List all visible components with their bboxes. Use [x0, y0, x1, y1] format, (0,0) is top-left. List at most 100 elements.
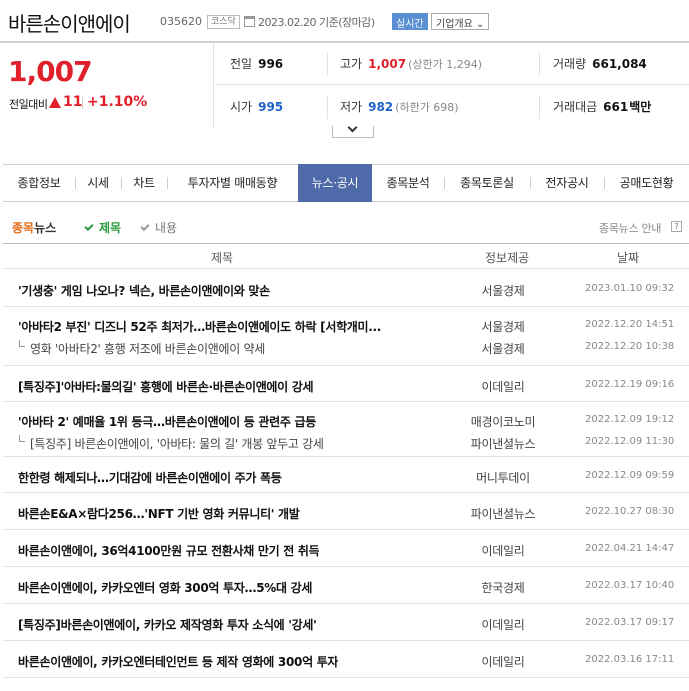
open-value: 995 — [258, 100, 284, 114]
col-title: 제목 — [211, 251, 234, 265]
table-row: 바른손이앤에이, 카카오엔터 영화 300억 투자…5%대 강세 한국경제 2022… — [3, 567, 689, 604]
news-source: 한국경제 — [481, 581, 525, 595]
news-title-link[interactable]: [특징주]바른손이앤에이, 카카오 제작영화 투자 소식에 '강세' — [18, 616, 317, 633]
tab-analysis[interactable]: 종목분석 — [372, 165, 444, 201]
news-date: 2023.01.10 09:32 — [585, 283, 675, 294]
change-value: 11 — [63, 94, 83, 110]
news-date: 2022.03.17 10:40 — [585, 580, 675, 591]
change-label: 전일대비 — [9, 98, 48, 111]
high-value: 1,007 — [368, 57, 407, 71]
news-source: 서울경제 — [481, 284, 525, 298]
filter-content-label: 내용 — [155, 221, 178, 235]
high-price: 고가 1,007 (상한가 1,294) — [340, 43, 482, 85]
news-title-link[interactable]: [특징주]'아바타:물의길' 흥행에 바른손·바른손이앤에이 강세 — [18, 378, 313, 395]
divider — [327, 52, 328, 76]
volume-label: 거래량 — [553, 57, 587, 71]
news-source: 이데일리 — [481, 655, 525, 669]
tab-e-disclosure[interactable]: 전자공시 — [530, 165, 604, 201]
news-title-link[interactable]: 바른손E&A×람다256…'NFT 기반 영화 커뮤니티' 개발 — [18, 505, 300, 522]
divider — [327, 95, 328, 119]
related-news-title-link[interactable]: 영화 '아바타2' 흥행 저조에 바른손이앤에이 약세 — [30, 340, 265, 357]
col-date: 날짜 — [617, 251, 640, 265]
news-date: 2022.03.17 09:17 — [585, 617, 675, 628]
news-guide-link[interactable]: 종목뉴스 안내 — [599, 220, 661, 236]
help-icon[interactable]: ? — [671, 221, 682, 232]
table-row: '아바타 2' 예매율 1위 등극…바른손이앤에이 등 관련주 급등 매경이코노미… — [3, 402, 689, 457]
company-info-dropdown[interactable]: 기업개요 ⌄ — [431, 13, 490, 30]
calendar-icon — [244, 16, 255, 27]
high-label: 고가 — [340, 57, 363, 71]
open-price: 시가 995 — [230, 86, 283, 128]
filter-content-option[interactable]: 내용 — [140, 219, 178, 236]
news-title-link[interactable]: 한한령 해제되나…기대감에 바른손이앤에이 주가 폭등 — [18, 469, 282, 486]
news-title-link[interactable]: '기생충' 게임 나오나? 넥슨, 바른손이앤에이와 맞손 — [18, 282, 270, 299]
news-table-header: 제목 정보제공 날짜 — [3, 243, 689, 269]
news-source: 이데일리 — [481, 380, 525, 394]
amount-unit: 백만 — [629, 100, 652, 114]
low-value: 982 — [368, 100, 394, 114]
check-icon — [140, 221, 150, 232]
tab-investor-trading[interactable]: 투자자별 매매동향 — [167, 165, 298, 201]
news-title-link[interactable]: '아바타 2' 예매율 1위 등극…바른손이앤에이 등 관련주 급등 — [18, 413, 316, 430]
news-item: '기생충' 게임 나오나? 넥슨, 바른손이앤에이와 맞손 서울경제 2023.01… — [3, 280, 689, 298]
news-title-link[interactable]: 바른손이앤에이, 카카오엔터 영화 300억 투자…5%대 강세 — [18, 579, 312, 596]
tab-bar: 종합정보 시세 차트 투자자별 매매동향 뉴스·공시 종목분석 종목토론실 전자… — [3, 164, 689, 202]
tab-news-disclosure[interactable]: 뉴스·공시 — [298, 164, 372, 202]
tab-discussion[interactable]: 종목토론실 — [444, 165, 530, 201]
news-date: 2022.04.21 14:47 — [585, 543, 675, 554]
tab-overview[interactable]: 종합정보 — [3, 165, 75, 201]
low-price: 저가 982 (하한가 698) — [340, 86, 459, 128]
section-title-highlight: 종목 — [12, 221, 35, 235]
base-date: 2023.02.20 기준(장마감) — [258, 16, 375, 29]
table-row: 바른손이앤에이, 카카오엔터테인먼트 등 제작 영화에 300억 투자 이데일리 2… — [3, 641, 689, 678]
news-date: 2022.03.16 17:11 — [585, 654, 675, 665]
news-item: 한한령 해제되나…기대감에 바른손이앤에이 주가 폭등 머니투데이 2022.12.… — [3, 467, 689, 485]
news-date: 2022.12.19 09:16 — [585, 379, 675, 390]
table-row: '아바타2 부진' 디즈니 52주 최저가…바른손이앤에이도 하락 [서학개미.… — [3, 307, 689, 366]
tab-chart[interactable]: 차트 — [121, 165, 167, 201]
news-title-link[interactable]: 바른손이앤에이, 36억4100만원 규모 전환사채 만기 전 취득 — [18, 542, 319, 559]
price-summary: 1,007 전일대비 11 +1.10% — [0, 43, 214, 128]
quote-panel: 1,007 전일대비 11 +1.10% 전일 996 고가 1,007 (상한가 1… — [0, 43, 689, 128]
news-title-link[interactable]: 바른손이앤에이, 카카오엔터테인먼트 등 제작 영화에 300억 투자 — [18, 653, 338, 670]
news-date: 2022.12.20 14:51 — [585, 319, 675, 330]
col-source: 정보제공 — [485, 251, 530, 265]
upper-limit: (상한가 1,294) — [408, 58, 482, 71]
divider — [539, 95, 540, 119]
realtime-button[interactable]: 실시간 — [392, 13, 428, 30]
table-row: [특징주]'아바타:물의길' 흥행에 바른손·바른손이앤에이 강세 이데일리 202… — [3, 366, 689, 402]
news-item: 바른손E&A×람다256…'NFT 기반 영화 커뮤니티' 개발 파이낸셜뉴스 20… — [3, 503, 689, 521]
change-separator — [82, 97, 83, 109]
news-source: 파이낸셜뉴스 — [470, 507, 536, 521]
news-item: [특징주]'아바타:물의길' 흥행에 바른손·바른손이앤에이 강세 이데일리 202… — [3, 376, 689, 394]
lower-limit: (하한가 698) — [395, 101, 459, 114]
related-news-date: 2022.12.20 10:38 — [585, 341, 675, 352]
amount-value: 661 — [603, 100, 629, 114]
news-source: 이데일리 — [481, 618, 525, 632]
expand-toggle[interactable] — [332, 122, 374, 138]
related-news-item: 영화 '아바타2' 흥행 저조에 바른손이앤에이 약세 서울경제 2022.12.2… — [3, 338, 689, 356]
quote-row-1: 전일 996 고가 1,007 (상한가 1,294) 거래량 661,084 — [215, 43, 689, 85]
news-item: '아바타2 부진' 디즈니 52주 최저가…바른손이앤에이도 하락 [서학개미.… — [3, 316, 689, 334]
news-date: 2022.12.09 19:12 — [585, 414, 675, 425]
news-item: '아바타 2' 예매율 1위 등극…바른손이앤에이 등 관련주 급등 매경이코노미… — [3, 411, 689, 429]
news-title-link[interactable]: '아바타2 부진' 디즈니 52주 최저가…바른손이앤에이도 하락 [서학개미.… — [18, 318, 381, 335]
news-item: 바른손이앤에이, 카카오엔터 영화 300억 투자…5%대 강세 한국경제 2022… — [3, 577, 689, 595]
trade-amount: 거래대금 661백만 — [553, 86, 651, 128]
news-source: 서울경제 — [481, 320, 525, 334]
market-badge: 코스닥 — [207, 15, 240, 29]
news-item: 바른손이앤에이, 36억4100만원 규모 전환사채 만기 전 취득 이데일리 20… — [3, 540, 689, 558]
prev-close: 전일 996 — [230, 43, 283, 85]
volume-value: 661,084 — [592, 57, 647, 71]
related-news-title-link[interactable]: [특징주] 바른손이앤에이, '아바타: 물의 길' 개봉 앞두고 강세 — [30, 435, 324, 452]
tab-short-selling[interactable]: 공매도현황 — [604, 165, 689, 201]
related-news-item: [특징주] 바른손이앤에이, '아바타: 물의 길' 개봉 앞두고 강세 파이낸셜… — [3, 433, 689, 451]
tab-price[interactable]: 시세 — [75, 165, 121, 201]
filter-title-label: 제목 — [99, 221, 122, 235]
open-label: 시가 — [230, 100, 253, 114]
volume: 거래량 661,084 — [553, 43, 647, 85]
filter-title-option[interactable]: 제목 — [84, 219, 122, 236]
stock-header: 바른손이앤에이 035620 코스닥 2023.02.20 기준(장마감) 실시… — [0, 0, 689, 42]
table-row: 바른손이앤에이, 36억4100만원 규모 전환사채 만기 전 취득 이데일리 20… — [3, 530, 689, 567]
prev-close-label: 전일 — [230, 57, 253, 71]
